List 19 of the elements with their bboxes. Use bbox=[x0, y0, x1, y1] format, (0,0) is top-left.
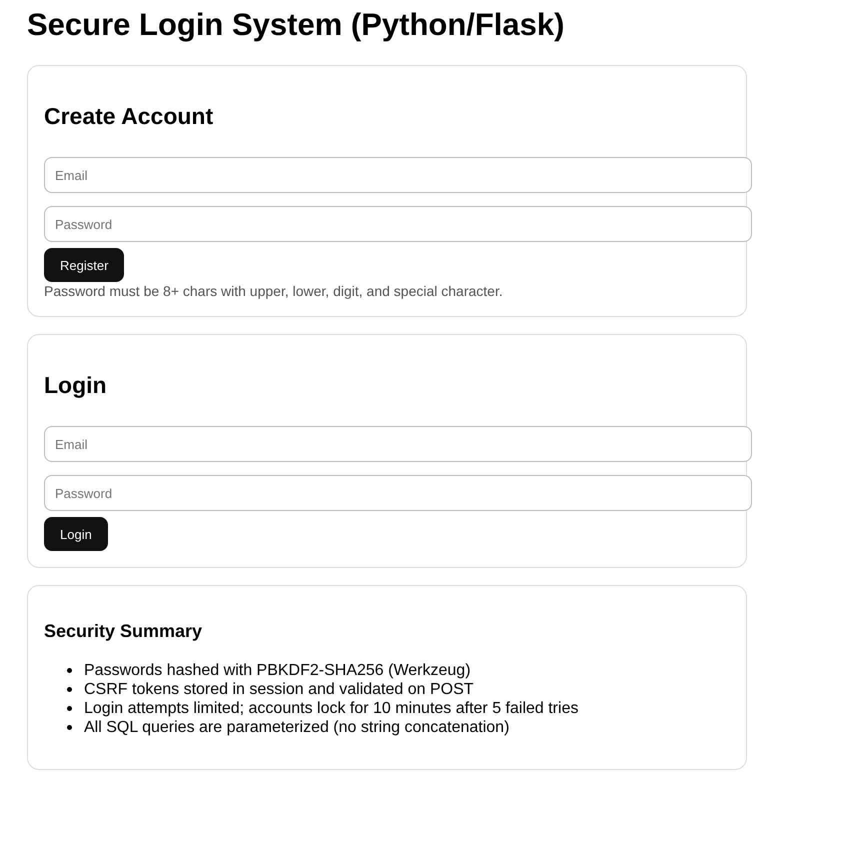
card-heading: Login bbox=[44, 371, 107, 399]
input-field[interactable]: Email bbox=[44, 426, 752, 462]
card-heading: Create Account bbox=[44, 102, 214, 130]
bullet-icon bbox=[67, 687, 72, 692]
input-field[interactable]: Email bbox=[44, 157, 752, 193]
input-field[interactable]: Password bbox=[44, 475, 752, 511]
summary-item: Login attempts limited; accounts lock for 10 minutes after 5 failed tries bbox=[84, 699, 578, 718]
submit-button[interactable]: Login bbox=[44, 517, 108, 551]
submit-button[interactable]: Register bbox=[44, 248, 124, 282]
page-title: Secure Login System (Python/Flask) bbox=[27, 6, 564, 44]
bullet-icon bbox=[67, 725, 72, 730]
summary-item: Passwords hashed with PBKDF2-SHA256 (Werkzeug) bbox=[84, 661, 471, 680]
summary-item: All SQL queries are parameterized (no string concatenation) bbox=[84, 718, 510, 737]
hint-text: Password must be 8+ chars with upper, lower, digit, and special character. bbox=[44, 282, 503, 300]
summary-item: CSRF tokens stored in session and validated on POST bbox=[84, 680, 474, 699]
card-heading: Security Summary bbox=[44, 620, 202, 642]
bullet-icon bbox=[67, 668, 72, 673]
input-field[interactable]: Password bbox=[44, 206, 752, 242]
bullet-icon bbox=[67, 706, 72, 711]
